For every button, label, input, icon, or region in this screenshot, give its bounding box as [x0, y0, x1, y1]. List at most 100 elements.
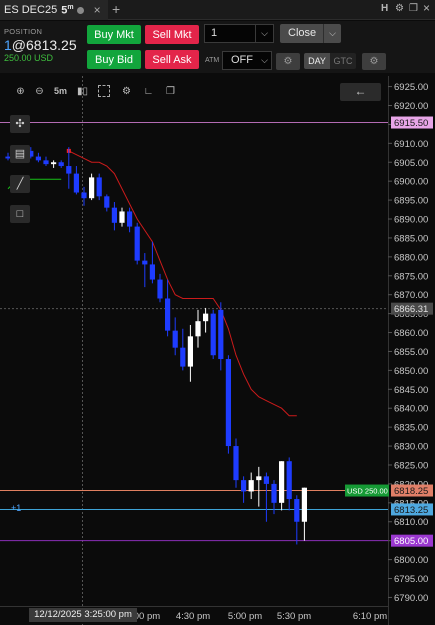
gear-icon[interactable]: ⚙	[118, 83, 135, 100]
y-tick-label: 6850.00	[394, 366, 428, 377]
notes-tool-icon[interactable]: ▤	[10, 145, 30, 163]
y-tick-label: 6835.00	[394, 423, 428, 434]
x-tick-label: 5:30 pm	[277, 611, 311, 622]
timeframe-button[interactable]: 5m	[52, 83, 69, 100]
candle	[301, 487, 307, 522]
chevron-down-icon: ⌵	[261, 55, 268, 65]
y-tick-label: 6825.00	[394, 460, 428, 471]
candle	[195, 321, 201, 337]
candle	[51, 162, 57, 165]
candle	[127, 211, 133, 227]
chart-tab[interactable]: ES DEC25 5m ×	[0, 0, 108, 20]
price-chart[interactable]: 6925.006920.006915.006910.006905.006900.…	[0, 76, 435, 625]
price-axis-label: 6805.00	[394, 536, 428, 547]
y-tick-label: 6880.00	[394, 252, 428, 263]
indicators-icon[interactable]: ∟	[140, 83, 157, 100]
y-tick-label: 6810.00	[394, 517, 428, 528]
sell-ask-button[interactable]: Sell Ask	[145, 50, 199, 69]
tab-bar: ES DEC25 5m × + H ⚙ ❐ ×	[0, 0, 435, 20]
buy-market-button[interactable]: Buy Mkt	[87, 25, 141, 44]
candle	[218, 309, 224, 360]
close-position-button[interactable]: Close ⌵	[280, 24, 341, 43]
y-tick-label: 6840.00	[394, 404, 428, 415]
x-tick-label: 5:00 pm	[228, 611, 262, 622]
candle	[210, 313, 216, 356]
y-tick-label: 6860.00	[394, 328, 428, 339]
candle	[165, 298, 171, 331]
candle	[180, 347, 186, 367]
y-tick-label: 6795.00	[394, 574, 428, 585]
candle	[81, 192, 87, 199]
tif-gtc-toggle[interactable]: GTC	[330, 53, 356, 69]
candle	[233, 446, 239, 481]
close-window-icon[interactable]: ×	[423, 1, 430, 15]
candle	[279, 461, 285, 503]
candle	[119, 211, 125, 223]
position-pnl: 250.00 USD	[4, 53, 54, 63]
atm-settings-gear-icon[interactable]: ⚙	[276, 53, 300, 70]
tab-timeframe: 5m	[61, 3, 74, 17]
crosshair-time-label: 12/12/2025 3:25:00 pm	[29, 608, 137, 622]
close-label: Close	[288, 27, 317, 39]
selection-icon[interactable]	[98, 85, 110, 97]
price-axis-label: 6866.31	[394, 304, 428, 315]
y-tick-label: 6855.00	[394, 347, 428, 358]
y-tick-label: 6800.00	[394, 555, 428, 566]
candle	[134, 226, 140, 261]
lock-icon[interactable]: □	[10, 205, 30, 223]
candle	[203, 313, 209, 322]
buy-bid-button[interactable]: Buy Bid	[87, 50, 141, 69]
price-axis-label: 6915.50	[394, 118, 428, 129]
gear-icon[interactable]: ⚙	[395, 3, 404, 14]
y-tick-label: 6895.00	[394, 196, 428, 207]
sell-market-button[interactable]: Sell Mkt	[145, 25, 199, 44]
zoom-in-icon[interactable]: ⊕	[12, 83, 29, 100]
candle	[73, 173, 79, 193]
candle	[96, 177, 102, 197]
candle	[225, 359, 231, 447]
crosshair-tool-icon[interactable]: ✣	[10, 115, 30, 133]
zoom-out-icon[interactable]: ⊖	[31, 83, 48, 100]
candle	[104, 196, 110, 208]
tab-symbol: ES DEC25	[4, 4, 58, 16]
y-tick-label: 6830.00	[394, 442, 428, 453]
y-tick-label: 6890.00	[394, 215, 428, 226]
candle	[256, 476, 262, 481]
y-tick-label: 6790.00	[394, 593, 428, 604]
atm-label: ATM	[205, 57, 220, 64]
order-bar: POSITION 1@6813.25 250.00 USD Buy Mkt Se…	[0, 21, 435, 73]
position-value: 1@6813.25	[4, 37, 77, 53]
position-label: POSITION	[4, 27, 43, 36]
candle	[89, 177, 95, 199]
tif-settings-gear-icon[interactable]: ⚙	[362, 53, 386, 70]
chevron-down-icon[interactable]: ⌵	[323, 24, 341, 43]
y-tick-label: 6885.00	[394, 233, 428, 244]
candles-icon[interactable]: ▮▯	[74, 83, 91, 100]
y-tick-label: 6920.00	[394, 101, 428, 112]
position-qty: 1	[4, 37, 12, 53]
y-tick-label: 6900.00	[394, 177, 428, 188]
tif-day-toggle[interactable]: DAY	[304, 53, 330, 69]
add-tab-button[interactable]: +	[112, 1, 120, 17]
candle	[111, 207, 117, 223]
atm-select[interactable]: OFF ⌵	[222, 51, 272, 70]
connection-status-icon	[76, 6, 84, 14]
line-tool-icon[interactable]: ╱	[10, 175, 30, 193]
candle	[142, 260, 148, 265]
candle	[294, 499, 300, 522]
y-tick-label: 6870.00	[394, 290, 428, 301]
template-icon[interactable]: ❐	[162, 83, 179, 100]
candle	[241, 480, 247, 492]
restore-window-icon[interactable]: ❐	[409, 3, 418, 14]
candle	[35, 156, 41, 161]
quantity-select[interactable]: 1 ⌵	[204, 24, 274, 43]
pnl-tag: USD 250.00	[347, 487, 388, 496]
candle	[187, 336, 193, 367]
chart-canvas[interactable]: 6925.006920.006915.006910.006905.006900.…	[0, 76, 435, 625]
candle	[271, 483, 277, 503]
candle	[66, 166, 72, 174]
candle	[149, 264, 155, 280]
close-tab-icon[interactable]: ×	[94, 3, 101, 17]
back-arrow-button[interactable]: ←	[340, 83, 381, 101]
h-icon[interactable]: H	[381, 3, 388, 14]
